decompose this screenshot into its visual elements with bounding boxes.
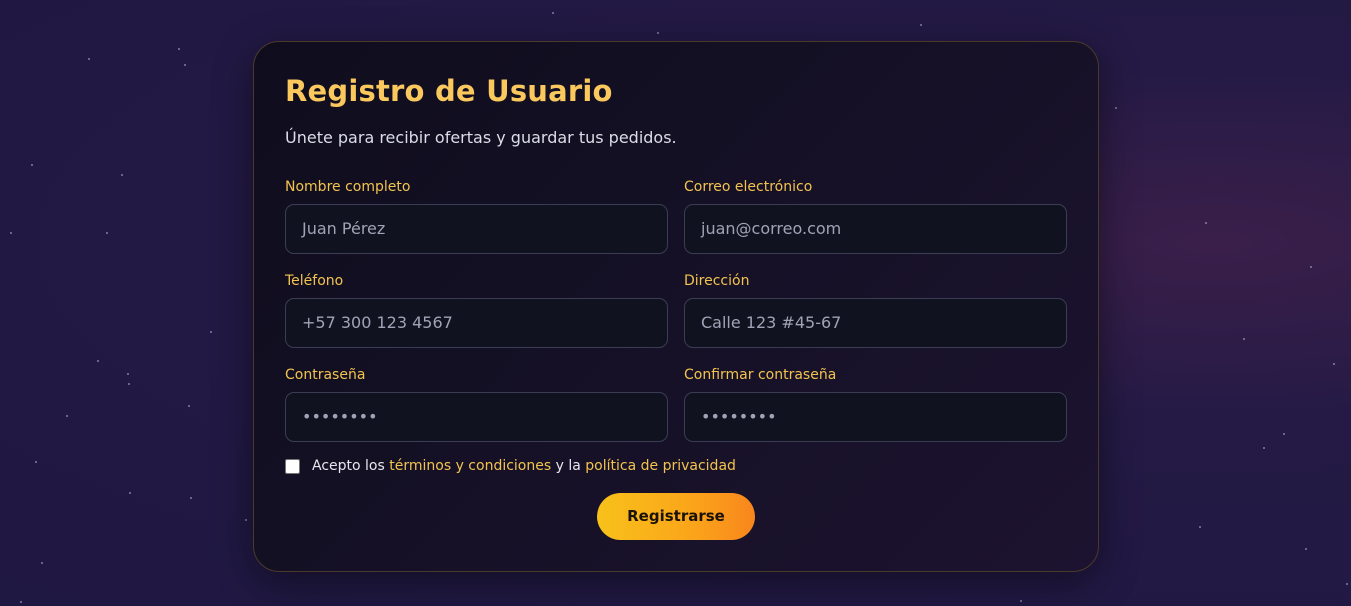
full-name-input[interactable]: Juan Pérez [285, 204, 668, 254]
email-group: Correo electrónico juan@correo.com [684, 178, 1067, 254]
full-name-label: Nombre completo [285, 179, 411, 195]
password-label: Contraseña [285, 367, 366, 383]
terms-link[interactable]: términos y condiciones [389, 458, 551, 474]
terms-prefix-text: Acepto los [312, 458, 385, 474]
form-title: Registro de Usuario [285, 74, 613, 108]
password-input[interactable]: •••••••• [285, 392, 668, 442]
terms-row: Acepto los términos y condiciones y la p… [285, 457, 736, 475]
password-group: Contraseña •••••••• [285, 366, 668, 442]
confirm-password-group: Confirmar contraseña •••••••• [684, 366, 1067, 442]
form-subtitle: Únete para recibir ofertas y guardar tus… [285, 128, 677, 147]
full-name-group: Nombre completo Juan Pérez [285, 178, 668, 254]
address-label: Dirección [684, 273, 750, 289]
email-label: Correo electrónico [684, 179, 813, 195]
terms-middle-text: y la [555, 458, 581, 474]
privacy-policy-link[interactable]: política de privacidad [585, 458, 736, 474]
phone-group: Teléfono +57 300 123 4567 [285, 272, 668, 348]
phone-input[interactable]: +57 300 123 4567 [285, 298, 668, 348]
email-input[interactable]: juan@correo.com [684, 204, 1067, 254]
register-button[interactable]: Registrarse [597, 493, 755, 540]
confirm-password-label: Confirmar contraseña [684, 367, 837, 383]
terms-checkbox[interactable] [285, 458, 300, 474]
address-input[interactable]: Calle 123 #45-67 [684, 298, 1067, 348]
confirm-password-input[interactable]: •••••••• [684, 392, 1067, 442]
address-group: Dirección Calle 123 #45-67 [684, 272, 1067, 348]
registration-card: Registro de Usuario Únete para recibir o… [253, 41, 1099, 572]
phone-label: Teléfono [285, 273, 344, 289]
